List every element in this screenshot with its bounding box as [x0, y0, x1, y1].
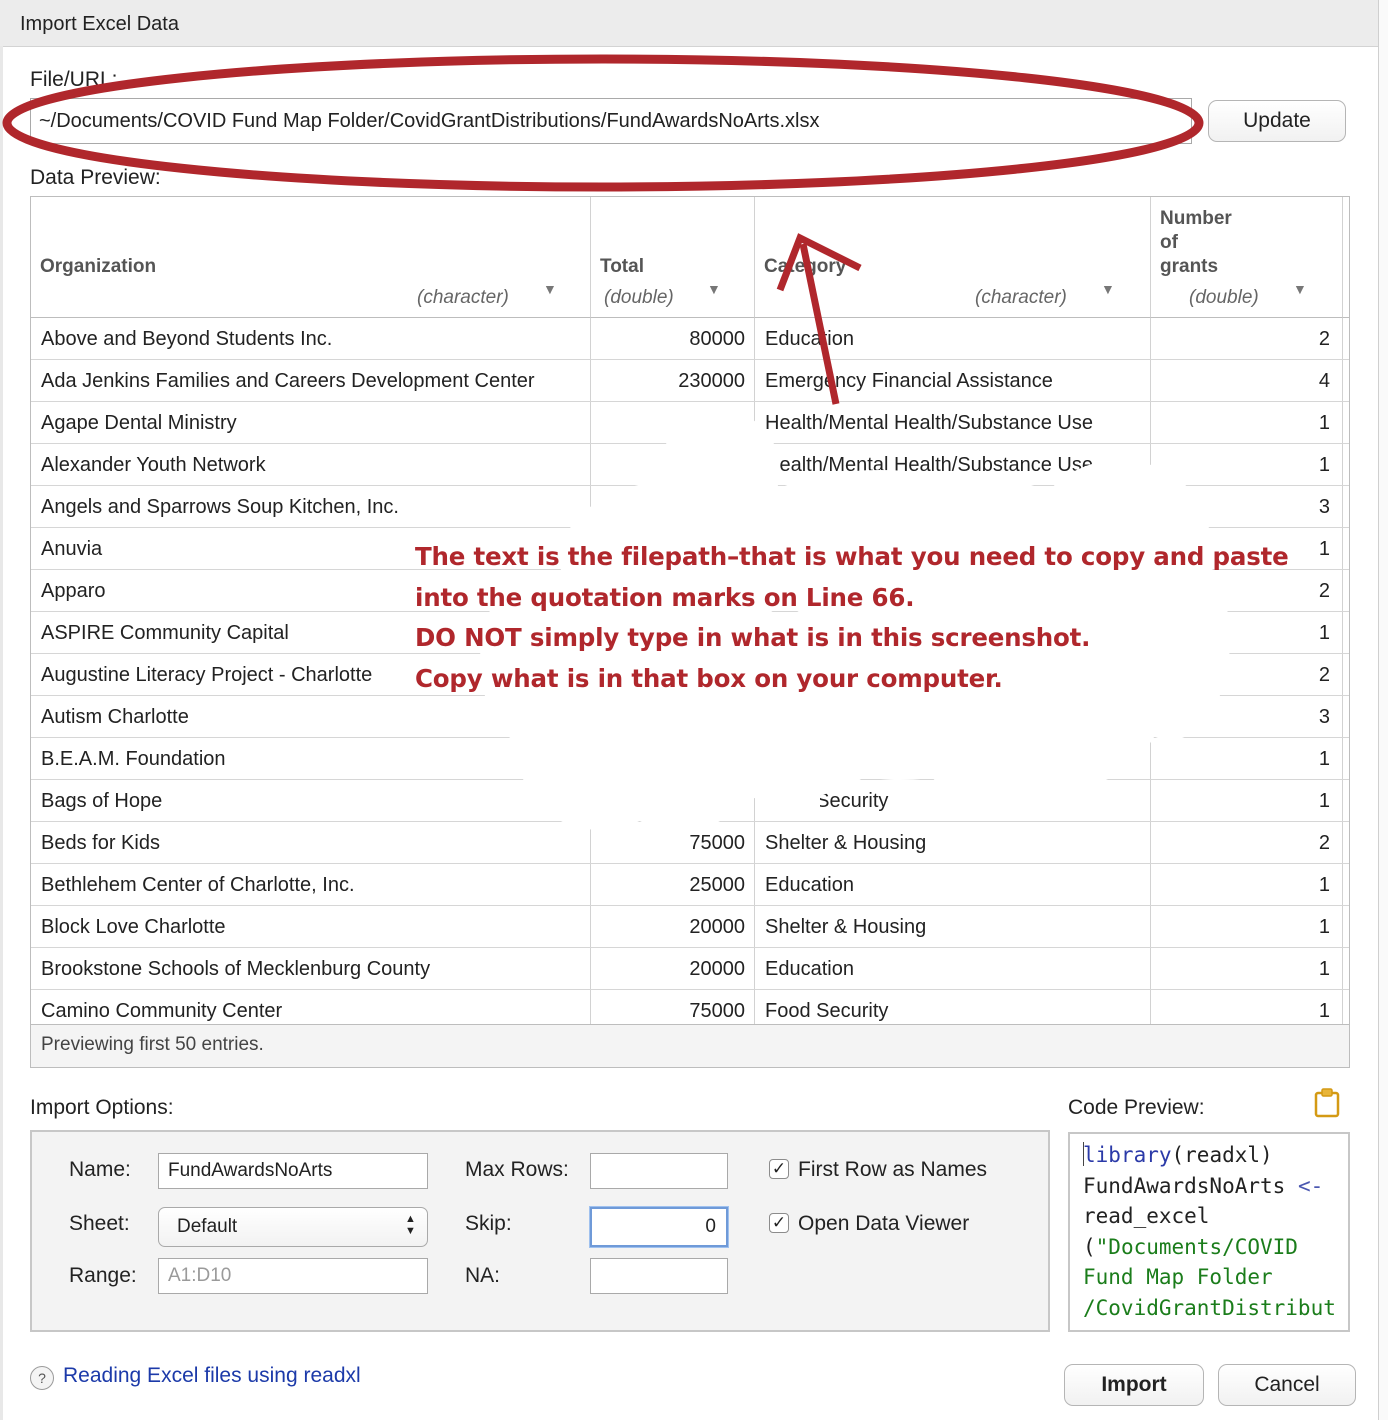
annotation-overlay — [2, 54, 1230, 830]
annotation-line: DO NOT simply type in what is in this sc… — [415, 623, 1091, 652]
annotation-line: Copy what is in that box on your compute… — [415, 663, 1003, 693]
annotation-arrow — [776, 233, 862, 405]
annotation-line: The text is the filepath–that is what yo… — [415, 542, 1289, 571]
highlight-ellipse — [2, 54, 1204, 192]
annotation-text: The text is the filepath–that is what yo… — [415, 537, 1289, 699]
annotation-line: into the quotation marks on Line 66. — [415, 582, 915, 612]
